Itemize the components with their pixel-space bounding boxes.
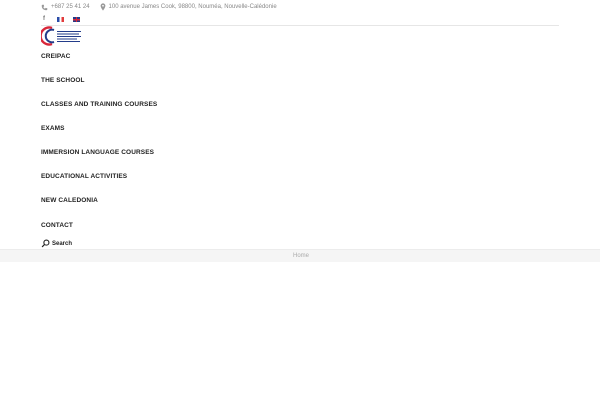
nav-item-exams[interactable]: EXAMS bbox=[41, 125, 65, 132]
nav-item-contact[interactable]: CONTACT bbox=[41, 222, 73, 229]
contact-info: +687 25 41 24 100 avenue James Cook, 988… bbox=[41, 1, 559, 13]
location-pin-icon bbox=[100, 3, 105, 11]
address: 100 avenue James Cook, 98800, Nouméa, No… bbox=[108, 4, 277, 10]
top-bar: +687 25 41 24 100 avenue James Cook, 988… bbox=[41, 1, 559, 26]
search-icon bbox=[41, 239, 50, 248]
nav-item-educational-activities[interactable]: EDUCATIONAL ACTIVITIES bbox=[41, 173, 127, 180]
phone-number[interactable]: +687 25 41 24 bbox=[51, 4, 90, 10]
facebook-icon[interactable]: f bbox=[43, 16, 48, 23]
breadcrumb-bar: Home bbox=[0, 249, 600, 262]
nav-item-the-school[interactable]: THE SCHOOL bbox=[41, 77, 85, 84]
breadcrumb-home[interactable]: Home bbox=[293, 253, 309, 259]
search-button[interactable]: Search bbox=[41, 239, 72, 248]
nav-item-classes-and-training-courses[interactable]: CLASSES AND TRAINING COURSES bbox=[41, 101, 157, 108]
nav-item-immersion-language-courses[interactable]: IMMERSION LANGUAGE COURSES bbox=[41, 149, 154, 156]
nav-item-new-caledonia[interactable]: NEW CALEDONIA bbox=[41, 197, 98, 204]
nav-item-creipac[interactable]: CREIPAC bbox=[41, 53, 70, 60]
creipac-logo[interactable] bbox=[41, 26, 83, 46]
social-language-row: f bbox=[41, 15, 559, 24]
phone-icon bbox=[41, 4, 48, 10]
flag-uk-icon[interactable] bbox=[73, 17, 80, 22]
flag-france-icon[interactable] bbox=[57, 17, 64, 22]
search-label: Search bbox=[52, 240, 73, 247]
